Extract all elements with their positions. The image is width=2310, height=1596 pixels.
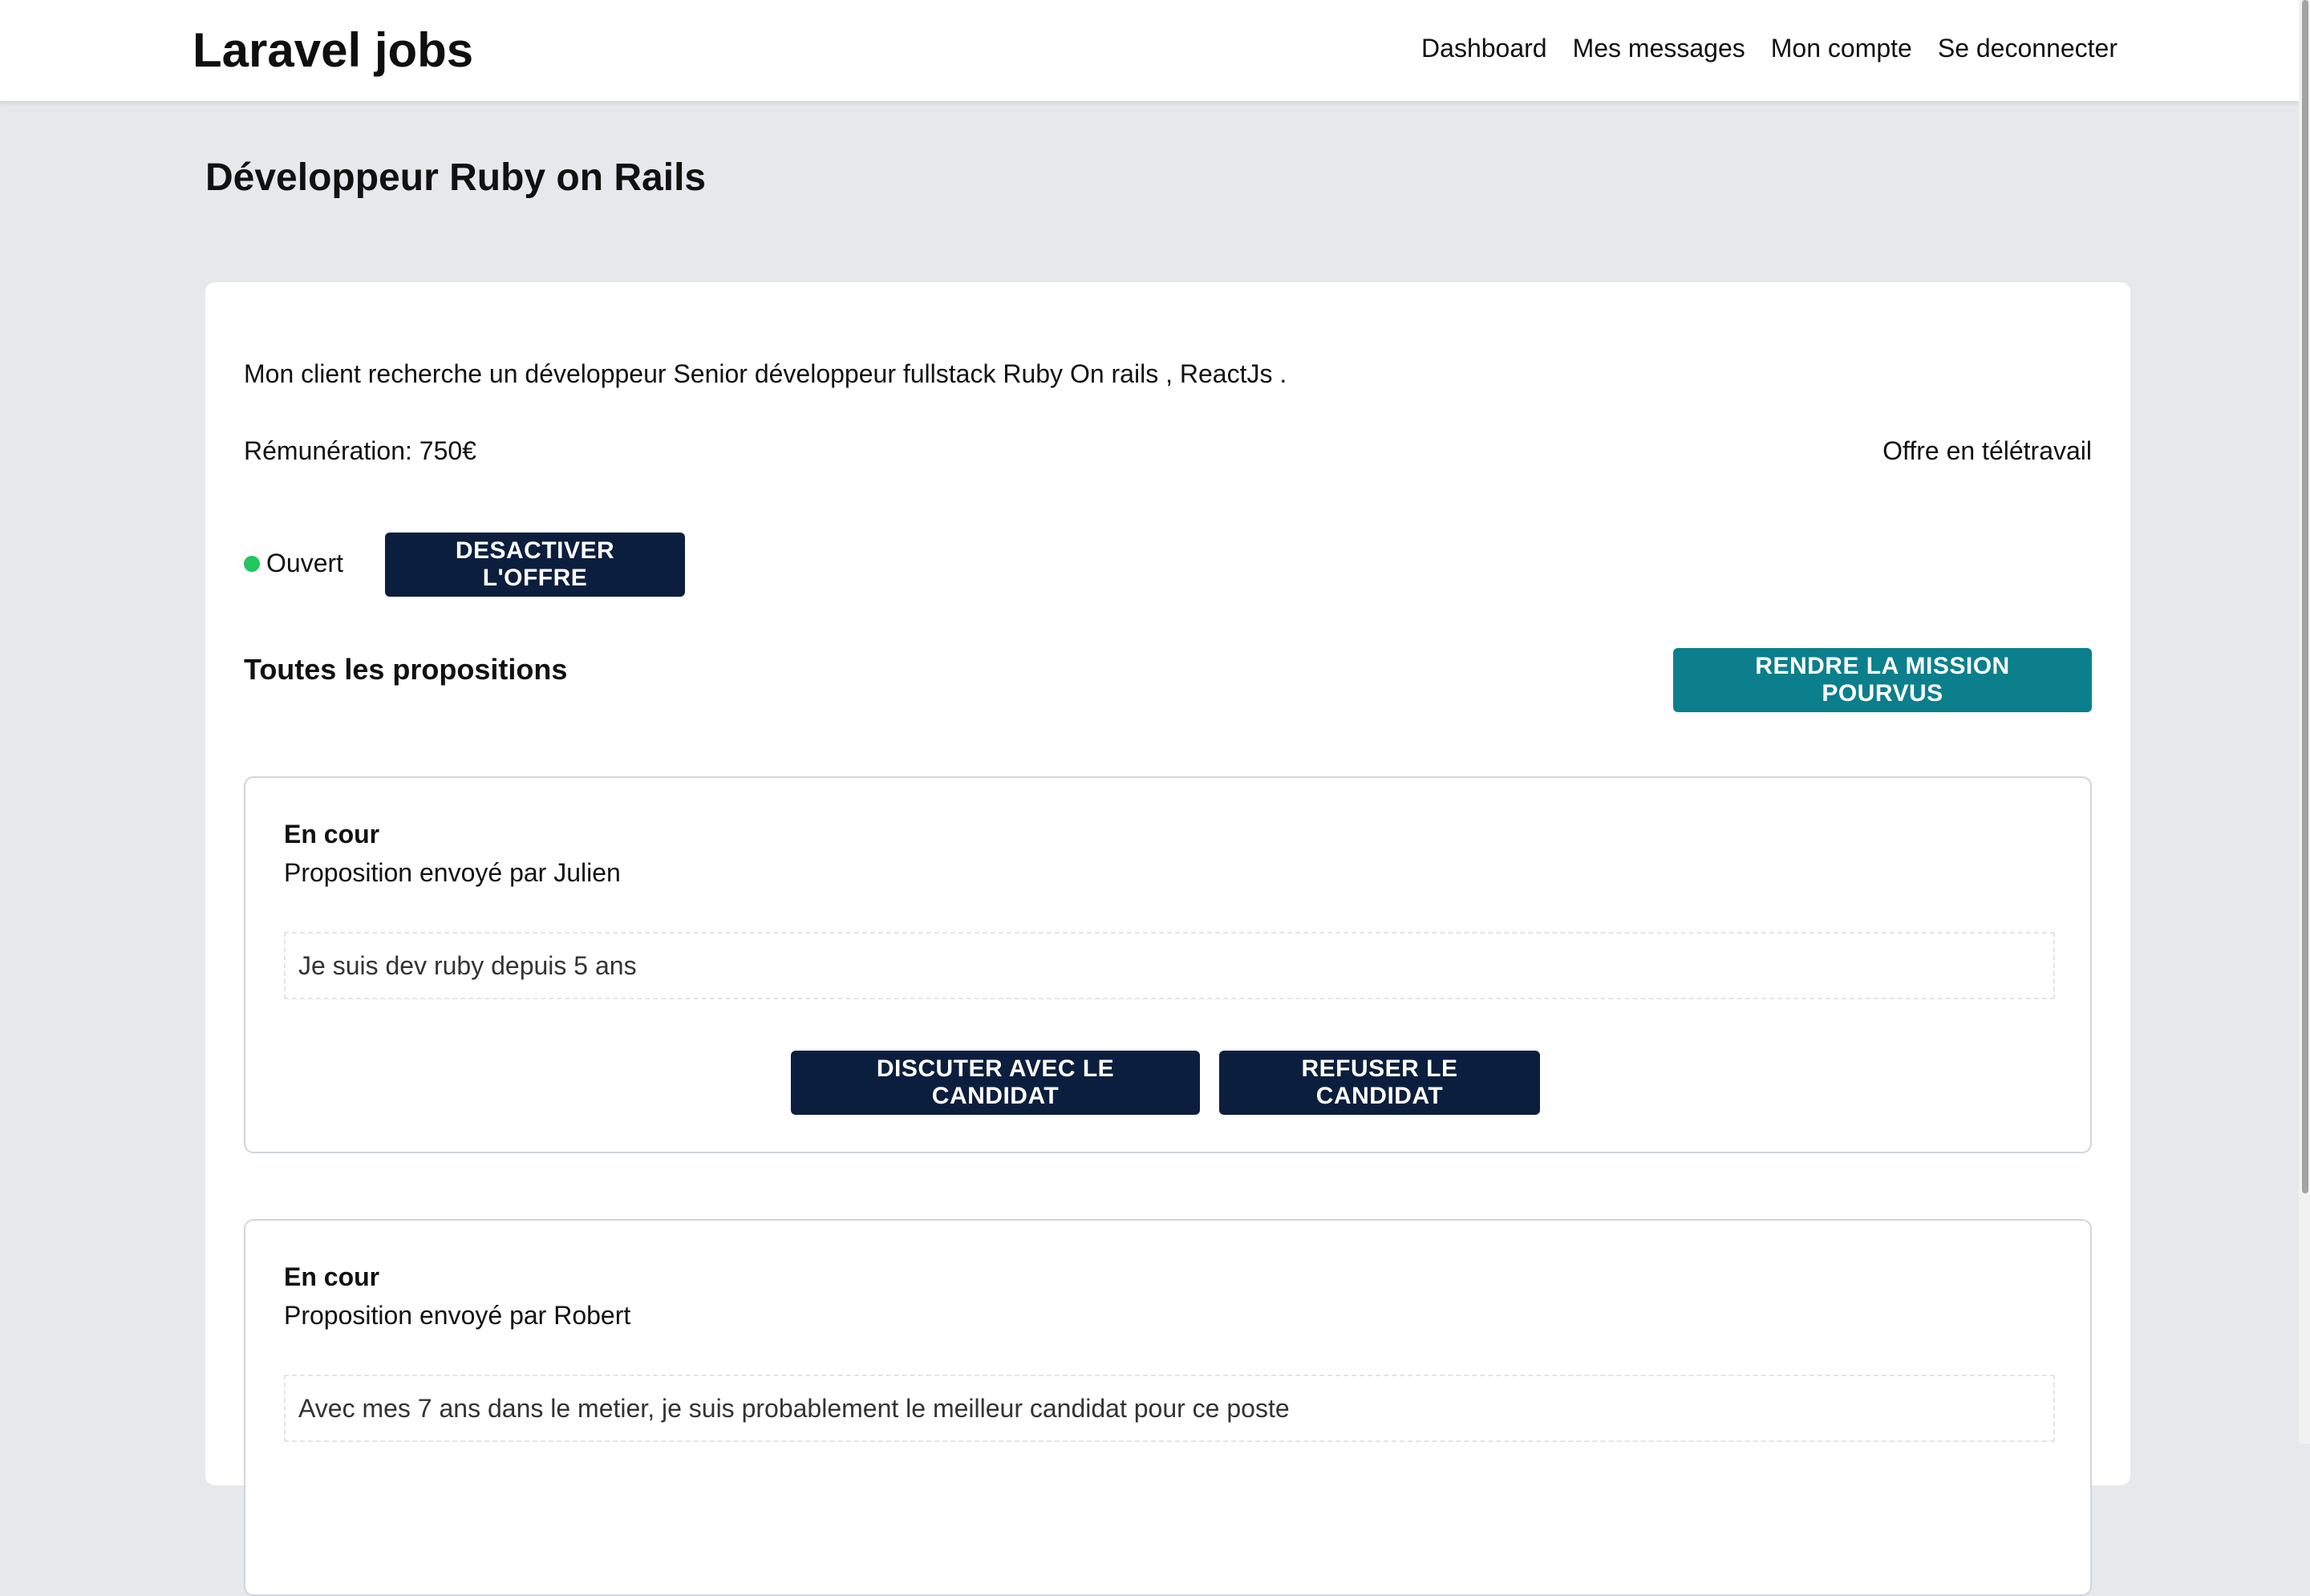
proposal-message: Je suis dev ruby depuis 5 ans: [284, 932, 2055, 999]
scrollbar-thumb[interactable]: [2302, 0, 2308, 1193]
job-description: Mon client recherche un développeur Seni…: [244, 359, 1287, 388]
job-card: Mon client recherche un développeur Seni…: [205, 282, 2130, 1596]
proposal-status: En cour: [284, 820, 380, 849]
deactivate-offer-button[interactable]: DESACTIVER L'OFFRE: [385, 533, 685, 597]
job-remuneration: Rémunération: 750€: [244, 436, 476, 465]
job-status: Ouvert: [244, 549, 343, 578]
proposal-status: En cour: [284, 1262, 380, 1291]
fulfill-mission-button[interactable]: RENDRE LA MISSION POURVUS: [1673, 648, 2092, 712]
proposal-message: Avec mes 7 ans dans le metier, je suis p…: [284, 1375, 2055, 1442]
nav-links: Dashboard Mes messages Mon compte Se dec…: [1421, 34, 2118, 63]
page-title: Développeur Ruby on Rails: [205, 156, 707, 199]
job-status-label: Ouvert: [266, 549, 344, 577]
proposals-section-title: Toutes les propositions: [244, 653, 568, 686]
proposal-card: En cour Proposition envoyé par Julien Je…: [244, 776, 2092, 1153]
proposal-sender: Proposition envoyé par Robert: [284, 1301, 631, 1330]
status-dot-icon: [244, 555, 260, 572]
nav-account-link[interactable]: Mon compte: [1771, 34, 1912, 63]
navbar: Laravel jobs Dashboard Mes messages Mon …: [0, 0, 2310, 103]
brand-logo[interactable]: Laravel jobs: [192, 22, 473, 78]
discuss-candidate-button[interactable]: DISCUTER AVEC LE CANDIDAT: [791, 1051, 1200, 1115]
job-remote-label: Offre en télétravail: [1882, 436, 2092, 465]
proposal-sender: Proposition envoyé par Julien: [284, 858, 621, 887]
proposal-card: En cour Proposition envoyé par Robert Av…: [244, 1219, 2092, 1596]
nav-dashboard-link[interactable]: Dashboard: [1421, 34, 1547, 63]
nav-logout-link[interactable]: Se deconnecter: [1938, 34, 2118, 63]
page-scrollbar[interactable]: [2299, 0, 2310, 1444]
nav-messages-link[interactable]: Mes messages: [1573, 34, 1745, 63]
refuse-candidate-button[interactable]: REFUSER LE CANDIDAT: [1219, 1051, 1540, 1115]
